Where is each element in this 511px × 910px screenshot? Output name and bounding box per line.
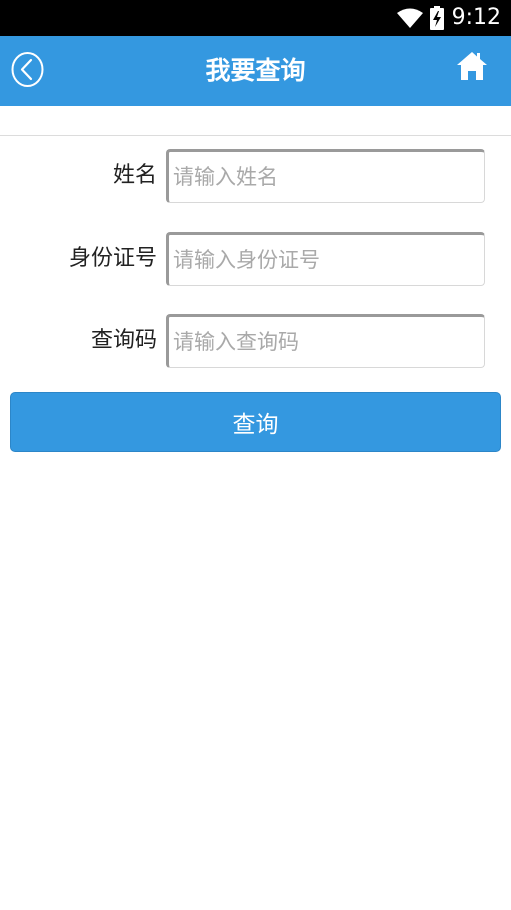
header-divider: [0, 135, 511, 136]
id-number-label: 身份证号: [68, 246, 157, 271]
name-input[interactable]: [166, 149, 485, 203]
id-number-input[interactable]: [166, 232, 485, 286]
battery-charging-icon: [429, 6, 444, 30]
title-bar: 我要查询: [0, 36, 511, 106]
home-icon[interactable]: [456, 50, 488, 82]
page-title: 我要查询: [205, 56, 306, 85]
query-button[interactable]: 查询: [10, 392, 501, 452]
back-circle-icon[interactable]: [11, 51, 44, 88]
query-code-label: 查询码: [90, 328, 157, 353]
form-row-id-number: 身份证号: [0, 232, 511, 286]
wifi-icon: [396, 8, 423, 28]
form-row-name: 姓名: [0, 149, 511, 203]
form-row-query-code: 查询码: [0, 314, 511, 368]
status-bar: 9:12: [0, 0, 511, 36]
name-label: 姓名: [112, 163, 157, 188]
query-code-input[interactable]: [166, 314, 485, 368]
status-time: 9:12: [451, 5, 501, 30]
